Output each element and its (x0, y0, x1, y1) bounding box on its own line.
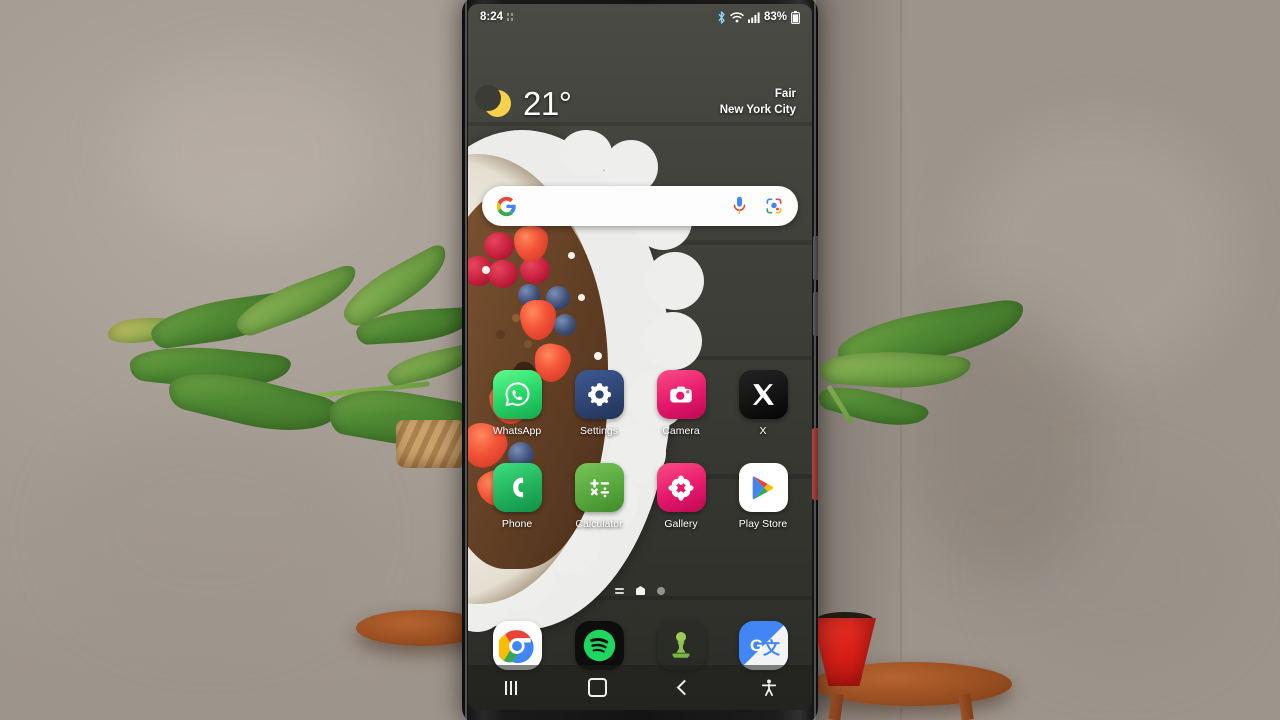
wall-texture-blotch (60, 420, 360, 640)
home-page-icon[interactable] (636, 586, 645, 595)
app-calculator[interactable]: Calculator (558, 463, 640, 530)
gallery-flower-icon[interactable] (656, 463, 706, 512)
app-label: WhatsApp (492, 425, 542, 437)
app-label: Gallery (664, 518, 698, 530)
app-label: Play Store (738, 518, 788, 530)
google-lens-icon[interactable] (764, 196, 784, 216)
battery-icon (791, 10, 800, 24)
wall-texture-blotch (120, 60, 380, 240)
wifi-icon (730, 11, 744, 23)
microphone-icon[interactable] (731, 196, 748, 216)
weather-widget[interactable]: 21° Fair New York City (468, 78, 812, 128)
raspberry (484, 232, 514, 260)
status-time: 8:24 (480, 11, 504, 23)
chrome-icon[interactable] (492, 621, 542, 670)
navigation-bar (468, 665, 812, 710)
app-label: Calculator (575, 518, 623, 530)
svg-text:G: G (750, 636, 763, 655)
phone-screen[interactable]: 8:24 83% 21° Fair New York City WhatsApp… (468, 4, 812, 710)
app-label: Camera (662, 425, 700, 437)
volume-up-button[interactable] (813, 236, 818, 280)
dnd-icon (507, 13, 514, 21)
blueberry (554, 314, 576, 336)
google-translate-icon[interactable]: G 文 (738, 621, 788, 670)
bezel-highlight (814, 0, 816, 720)
chess-pawn-icon[interactable] (656, 621, 706, 670)
status-bar: 8:24 83% (468, 4, 812, 30)
svg-text:文: 文 (763, 638, 781, 659)
calculator-icon[interactable] (574, 463, 624, 512)
app-label: Settings (580, 425, 618, 437)
widgets-page-icon[interactable] (615, 587, 624, 594)
recents-button[interactable] (468, 680, 554, 695)
weather-location: New York City (719, 104, 796, 116)
power-button[interactable] (811, 428, 818, 500)
signal-icon (747, 12, 760, 23)
x-twitter-icon[interactable] (738, 370, 788, 419)
app-settings[interactable]: Settings (558, 370, 640, 437)
home-square-icon (587, 678, 607, 697)
accessibility-icon (761, 678, 777, 697)
app-grid: WhatsApp Settings Camera X Phone Calcula… (476, 370, 804, 530)
dock-item-chrome[interactable] (476, 621, 558, 670)
google-search-bar[interactable] (482, 186, 798, 226)
spotify-icon[interactable] (574, 621, 624, 670)
page-indicator (468, 586, 812, 595)
home-button[interactable] (554, 678, 640, 697)
bezel-highlight (465, 0, 467, 720)
crescent-moon-icon (475, 84, 511, 117)
phone-device: 8:24 83% 21° Fair New York City WhatsApp… (462, 0, 818, 720)
whatsapp-icon[interactable] (492, 370, 542, 419)
app-x[interactable]: X (722, 370, 804, 437)
phone-handset-icon[interactable] (492, 463, 542, 512)
app-whatsapp[interactable]: WhatsApp (476, 370, 558, 437)
dock-item-chess[interactable] (640, 621, 722, 670)
settings-gear-icon[interactable] (574, 370, 624, 419)
google-g-icon (496, 196, 517, 217)
app-play-store[interactable]: Play Store (722, 463, 804, 530)
accessibility-button[interactable] (726, 678, 812, 697)
app-label: Phone (501, 518, 533, 530)
weather-condition: Fair (774, 88, 796, 101)
back-chevron-icon (676, 679, 693, 696)
app-gallery[interactable]: Gallery (640, 463, 722, 530)
dock: G 文 (476, 621, 804, 670)
recents-icon (505, 680, 517, 695)
app-camera[interactable]: Camera (640, 370, 722, 437)
play-store-icon[interactable] (738, 463, 788, 512)
battery-percent-label: 83% (763, 11, 787, 23)
dock-item-spotify[interactable] (558, 621, 640, 670)
plant-pot-basket (396, 420, 468, 468)
page-dot[interactable] (657, 586, 665, 595)
dock-item-google-translate[interactable]: G 文 (722, 621, 804, 670)
room-background-scene: 8:24 83% 21° Fair New York City WhatsApp… (0, 0, 1280, 720)
app-phone[interactable]: Phone (476, 463, 558, 530)
back-button[interactable] (640, 679, 726, 696)
bluetooth-icon (717, 10, 726, 24)
weather-temperature: 21° (523, 84, 572, 122)
camera-icon[interactable] (656, 370, 706, 419)
app-label: X (759, 425, 767, 437)
volume-down-button[interactable] (813, 292, 818, 336)
raspberry (488, 260, 518, 288)
